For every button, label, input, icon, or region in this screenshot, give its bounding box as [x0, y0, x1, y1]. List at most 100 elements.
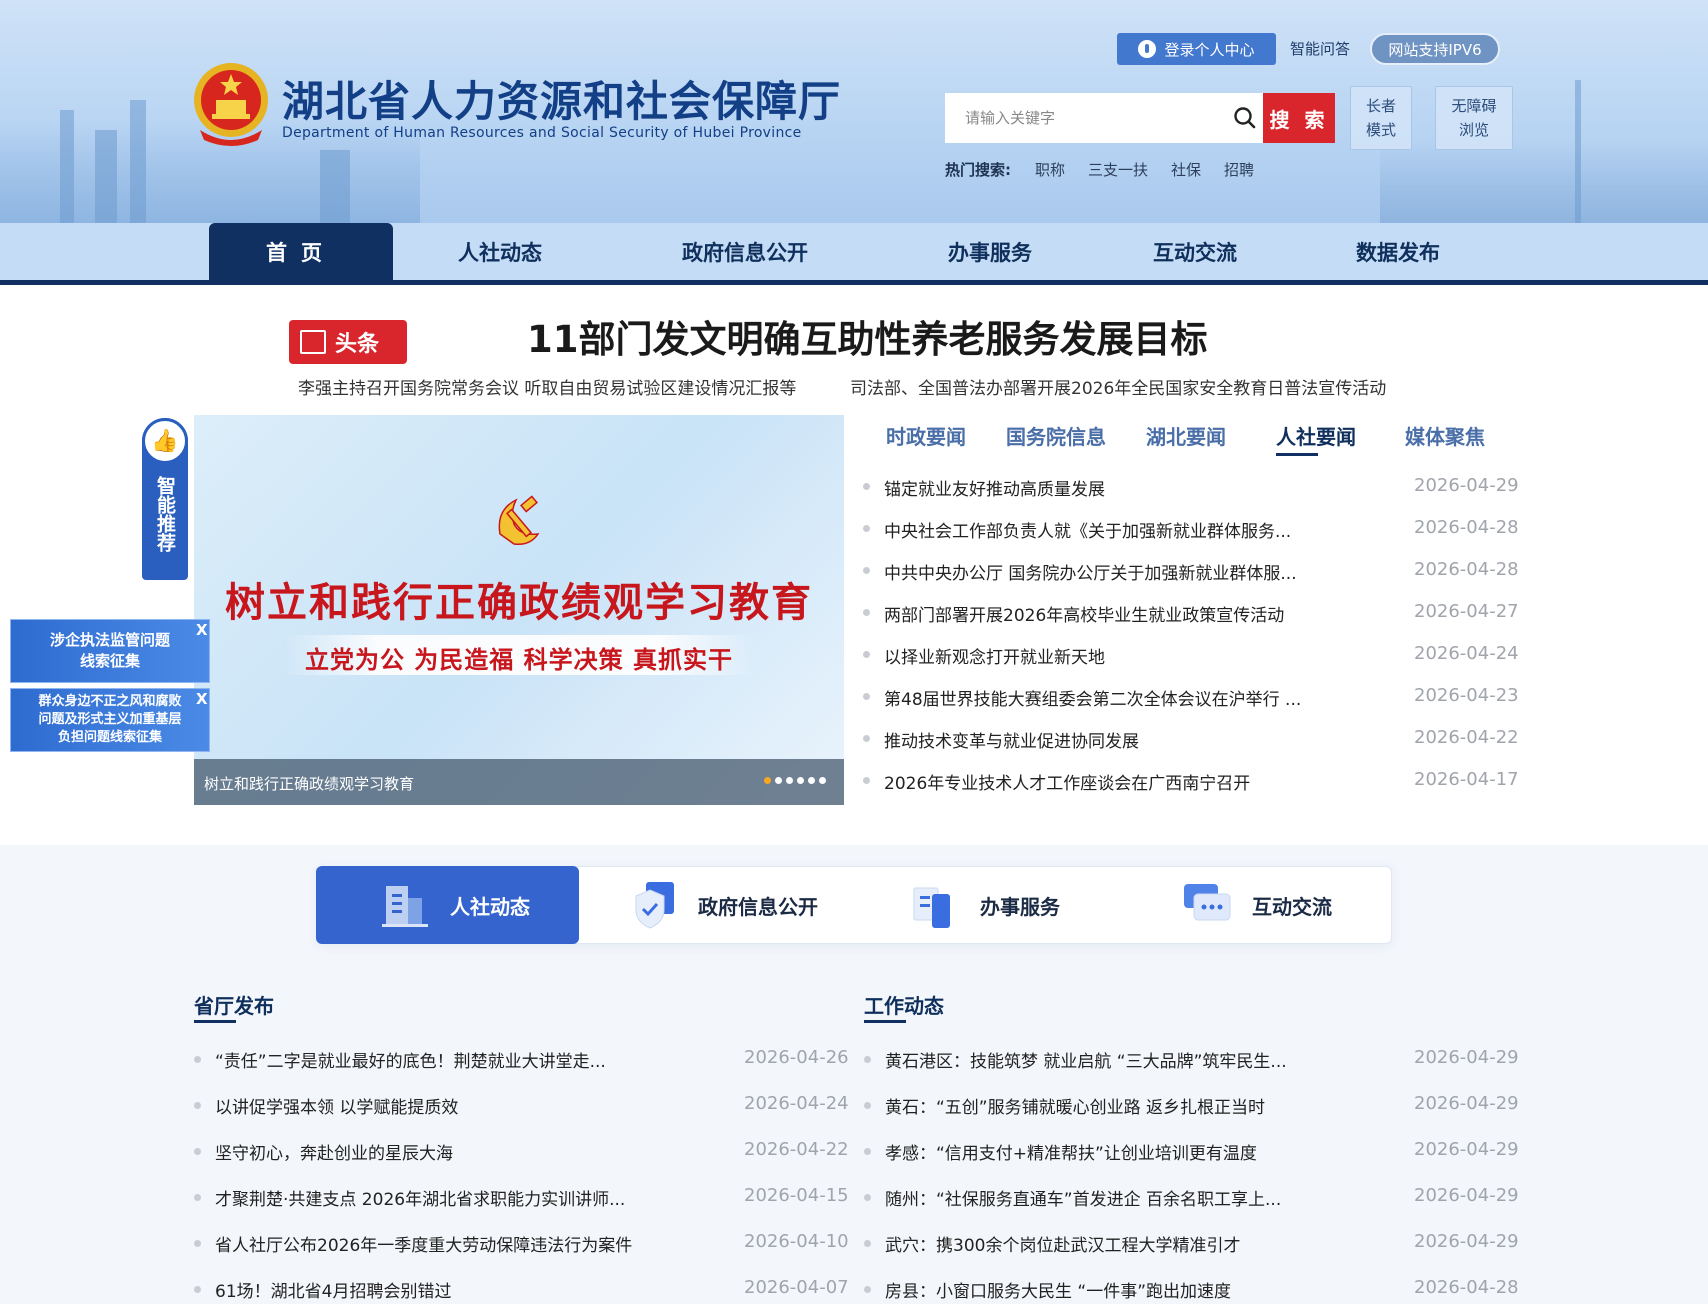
skyline-building: [130, 100, 146, 223]
news-tab-state-council[interactable]: 国务院信息: [1006, 421, 1106, 450]
hot-search-item[interactable]: 招聘: [1224, 159, 1254, 180]
news-title[interactable]: 以择业新观念打开就业新天地: [884, 643, 1105, 668]
hot-search-item[interactable]: 职称: [1035, 159, 1065, 180]
bullet: [194, 1240, 201, 1247]
float-banner-line: 涉企执法监管问题: [49, 631, 170, 649]
news-title[interactable]: 推动技术变革与就业促进协同发展: [884, 727, 1139, 752]
nav-item-data-release[interactable]: 数据发布: [1318, 223, 1478, 280]
close-icon[interactable]: X: [196, 690, 210, 708]
bridge-decoration: [1380, 140, 1708, 223]
list-title[interactable]: 黄石：“五创”服务铺就暖心创业路 返乡扎根正当时: [885, 1093, 1265, 1118]
list-item: 黄石港区：技能筑梦 就业启航 “三大品牌”筑牢民生... 2026-04-29: [864, 1047, 1519, 1072]
list-title[interactable]: 61场！湖北省4月招聘会别错过: [215, 1277, 451, 1302]
list-title[interactable]: “责任”二字是就业最好的底色！荆楚就业大讲堂走...: [215, 1047, 606, 1072]
news-date: 2026-04-27: [1414, 601, 1519, 622]
close-icon[interactable]: X: [196, 621, 210, 639]
float-banner-corruption-clues[interactable]: 群众身边不正之风和腐败 问题及形式主义加重基层 负担问题线索征集: [10, 688, 210, 752]
accessibility-mode-button[interactable]: 无障碍 浏览: [1435, 86, 1513, 150]
list-title[interactable]: 武穴：携300余个岗位赴武汉工程大学精准引才: [885, 1231, 1240, 1256]
bullet: [864, 1056, 871, 1063]
list-date: 2026-04-15: [744, 1185, 849, 1206]
user-icon: [1138, 40, 1157, 58]
float-banner-line: 线索征集: [79, 652, 140, 670]
news-title[interactable]: 锚定就业友好推动高质量发展: [884, 475, 1105, 500]
carousel-dot[interactable]: [808, 777, 815, 784]
image-carousel[interactable]: 树立和践行正确政绩观学习教育 立党为公 为民造福 科学决策 真抓实干 树立和践行…: [194, 415, 844, 805]
list-title[interactable]: 以讲促学强本领 以学赋能提质效: [215, 1093, 458, 1118]
news-tab-politics[interactable]: 时政要闻: [886, 421, 966, 450]
bullet: [863, 483, 870, 490]
list-item: 才聚荆楚·共建支点 2026年湖北省求职能力实训讲师... 2026-04-15: [194, 1185, 849, 1210]
column-title-underline: [864, 1020, 906, 1023]
list-date: 2026-04-29: [1414, 1093, 1519, 1114]
national-emblem-icon: [194, 63, 268, 146]
list-title[interactable]: 房县：小窗口服务大民生 “一件事”跑出加速度: [885, 1277, 1231, 1302]
list-title[interactable]: 孝感：“信用支付+精准帮扶”让创业培训更有温度: [885, 1139, 1257, 1164]
bullet: [863, 609, 870, 616]
elder-mode-button[interactable]: 长者 模式: [1350, 86, 1412, 150]
list-item: 省人社厅公布2026年一季度重大劳动保障违法行为案件 2026-04-10: [194, 1231, 849, 1256]
carousel-dot[interactable]: [819, 777, 826, 784]
list-date: 2026-04-29: [1414, 1185, 1519, 1206]
login-button[interactable]: 登录个人中心: [1117, 33, 1276, 65]
smart-qa-link[interactable]: 智能问答: [1290, 38, 1350, 59]
carousel-caption[interactable]: 树立和践行正确政绩观学习教育: [204, 773, 414, 794]
elder-mode-label-1: 长者: [1365, 97, 1396, 115]
carousel-dot[interactable]: [786, 777, 793, 784]
category-tab-gov-info[interactable]: 政府信息公开: [580, 866, 850, 944]
hot-search-item[interactable]: 三支一扶: [1088, 159, 1148, 180]
nav-item-home[interactable]: 首页: [209, 223, 393, 280]
newspaper-icon: [300, 330, 326, 354]
list-title[interactable]: 坚守初心，奔赴创业的星辰大海: [215, 1139, 453, 1164]
nav-item-interaction[interactable]: 互动交流: [1115, 223, 1275, 280]
bullet: [194, 1102, 201, 1109]
bullet: [863, 735, 870, 742]
column-title-work-news[interactable]: 工作动态: [864, 990, 944, 1019]
news-title[interactable]: 中共中央办公厅 国务院办公厅关于加强新就业群体服...: [884, 559, 1297, 584]
list-title[interactable]: 省人社厅公布2026年一季度重大劳动保障违法行为案件: [215, 1231, 632, 1256]
headline-sub-link[interactable]: 李强主持召开国务院常务会议 听取自由贸易试验区建设情况汇报等: [298, 374, 796, 399]
list-item: 坚守初心，奔赴创业的星辰大海 2026-04-22: [194, 1139, 849, 1164]
nav-item-gov-info[interactable]: 政府信息公开: [650, 223, 840, 280]
list-item: 武穴：携300余个岗位赴武汉工程大学精准引才 2026-04-29: [864, 1231, 1519, 1256]
headline-sub-link[interactable]: 司法部、全国普法办部署开展2026年全民国家安全教育日普法宣传活动: [850, 374, 1386, 399]
news-tab-media[interactable]: 媒体聚焦: [1405, 421, 1485, 450]
carousel-dot[interactable]: [775, 777, 782, 784]
category-tab-hr-news[interactable]: 人社动态: [316, 866, 579, 944]
tv-tower-decoration: [1575, 80, 1581, 223]
bullet: [194, 1056, 201, 1063]
float-banner-line: 问题及形式主义加重基层: [38, 712, 182, 727]
document-phone-icon: [913, 887, 950, 928]
category-tab-label: 办事服务: [980, 894, 1060, 919]
column-title-provincial[interactable]: 省厅发布: [194, 990, 274, 1019]
news-title[interactable]: 两部门部署开展2026年高校毕业生就业政策宣传活动: [884, 601, 1284, 626]
category-tab-services[interactable]: 办事服务: [850, 866, 1120, 944]
news-title[interactable]: 2026年专业技术人才工作座谈会在广西南宁召开: [884, 769, 1250, 794]
nav-item-hr-news[interactable]: 人社动态: [420, 223, 580, 280]
elder-mode-label-2: 模式: [1365, 121, 1396, 139]
headline-title[interactable]: 11部门发文明确互助性养老服务发展目标: [527, 309, 1208, 363]
search-icon[interactable]: [1232, 105, 1258, 131]
carousel-dot[interactable]: [797, 777, 804, 784]
party-emblem-icon: [498, 495, 540, 546]
news-title[interactable]: 第48届世界技能大赛组委会第二次全体会议在沪举行 ...: [884, 685, 1301, 710]
list-title[interactable]: 才聚荆楚·共建支点 2026年湖北省求职能力实训讲师...: [215, 1185, 625, 1210]
search-button[interactable]: 搜 索: [1263, 93, 1335, 143]
carousel-dot[interactable]: [764, 777, 771, 784]
hot-search-item[interactable]: 社保: [1171, 159, 1201, 180]
search-input[interactable]: [945, 93, 1265, 143]
news-title[interactable]: 中央社会工作部负责人就《关于加强新就业群体服务...: [884, 517, 1291, 542]
news-tab-hr[interactable]: 人社要闻: [1276, 421, 1356, 450]
float-banner-enterprise-enforcement[interactable]: 涉企执法监管问题 线索征集: [10, 619, 210, 683]
bullet: [194, 1194, 201, 1201]
category-tab-interaction[interactable]: 互动交流: [1120, 866, 1392, 944]
list-title[interactable]: 黄石港区：技能筑梦 就业启航 “三大品牌”筑牢民生...: [885, 1047, 1287, 1072]
chat-bubble-icon: [1184, 884, 1231, 921]
news-date: 2026-04-24: [1414, 643, 1519, 664]
list-item: 61场！湖北省4月招聘会别错过 2026-04-07: [194, 1277, 849, 1302]
category-tab-label: 互动交流: [1252, 894, 1332, 919]
news-tab-hubei[interactable]: 湖北要闻: [1146, 421, 1226, 450]
list-title[interactable]: 随州：“社保服务直通车”首发进企 百余名职工享上...: [885, 1185, 1281, 1210]
nav-item-services[interactable]: 办事服务: [910, 223, 1070, 280]
list-date: 2026-04-26: [744, 1047, 849, 1068]
